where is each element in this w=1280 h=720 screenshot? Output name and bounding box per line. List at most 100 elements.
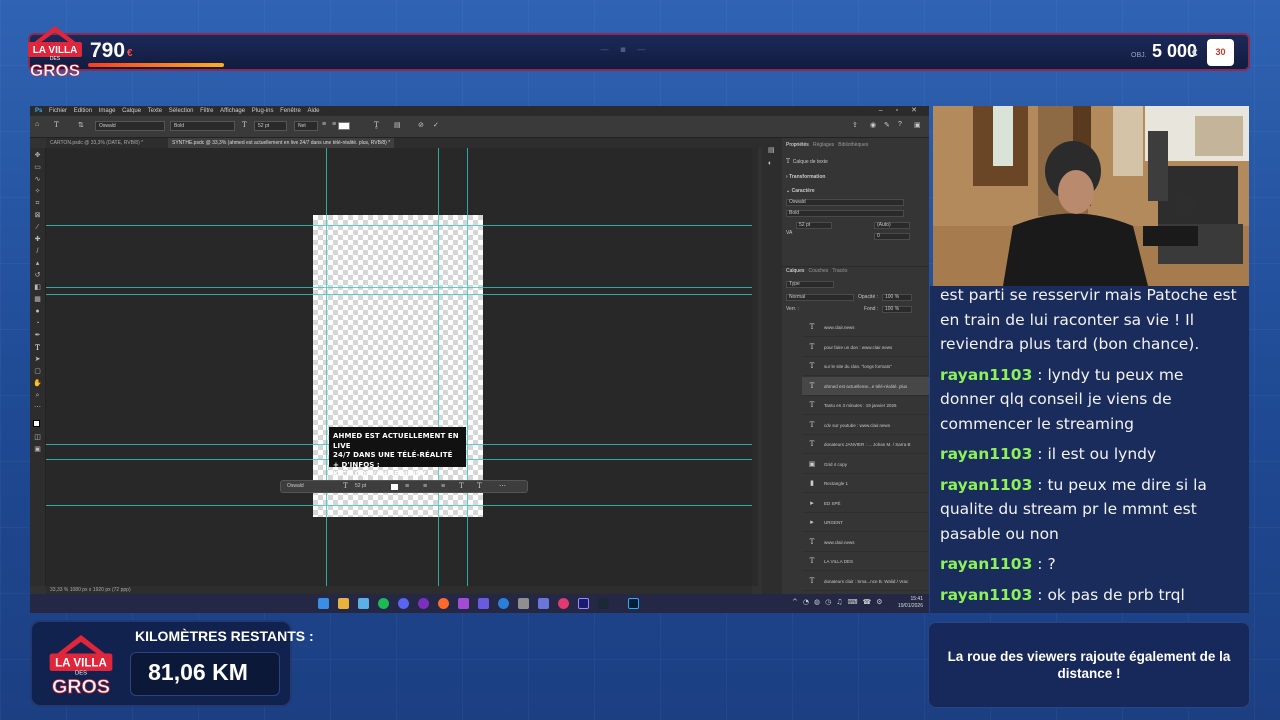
photoshop-taskbar-icon[interactable] [628,598,639,609]
edge-icon[interactable] [498,598,509,609]
quick-mask-icon[interactable]: ◫ [33,434,42,442]
layer-row[interactable]: ▸ URGENT [802,513,929,532]
guide-line[interactable] [46,294,752,295]
font-family-select[interactable]: Oswald [95,121,165,131]
foreground-color-swatch[interactable] [33,420,40,427]
quick-select-tool-icon[interactable]: ✧ [33,188,42,196]
menu-edition[interactable]: Edition [74,106,92,116]
tab-channels[interactable]: Couches [809,268,829,274]
transform-section[interactable]: › Transformation [782,174,929,181]
terminal-icon[interactable] [518,598,529,609]
chat-username[interactable]: rayan1103 [940,445,1032,463]
tab-libraries[interactable]: Bibliothèques [838,142,868,148]
menu-calque[interactable]: Calque [122,106,141,116]
menu-filtre[interactable]: Filtre [200,106,213,116]
align-center-text-icon[interactable]: ≡ [332,121,336,128]
tab-adjustments[interactable]: Réglages [813,142,834,148]
tab-properties[interactable]: Propriétés [786,142,809,148]
layer-row[interactable]: ◉TLA VILLA DES [802,552,929,571]
notification-icon[interactable]: ◉ [870,121,876,129]
canvas-text-layer[interactable]: AHMED EST ACTUELLEMENT EN LIVE 24/7 DANS… [329,427,466,478]
char-size-field[interactable]: 52 pt [796,222,832,229]
fill-field[interactable]: 100 % [882,306,912,313]
close-icon[interactable]: ✕ [911,106,925,116]
dodge-tool-icon[interactable]: ◔ [33,320,42,328]
discord-icon[interactable] [398,598,409,609]
screen-mode-icon[interactable]: ▣ [33,446,42,454]
share-icon[interactable]: ⇪ [852,121,858,129]
ctx-align-center-icon[interactable]: ≡ [423,481,427,492]
app-icon-grid[interactable] [478,598,489,609]
canvas-area[interactable]: AHMED EST ACTUELLEMENT EN LIVE 24/7 DANS… [46,148,752,586]
menu-plugins[interactable]: Plug-ins [252,106,274,116]
menu-fichier[interactable]: Fichier [49,106,67,116]
history-panel-icon[interactable]: ▤ [768,146,775,154]
guide-line[interactable] [438,148,439,586]
guide-line[interactable] [46,225,752,226]
text-orientation-icon[interactable]: ⇅ [78,121,84,129]
layer-filter-field[interactable]: Type [786,281,834,288]
commit-edit-icon[interactable]: ✓ [433,121,439,129]
blur-tool-icon[interactable]: ● [33,308,42,316]
firefox-icon[interactable] [438,598,449,609]
font-style-select[interactable]: Bold [170,121,235,131]
align-left-text-icon[interactable]: ≡ [322,121,326,128]
eyedropper-tool-icon[interactable]: ⁄ [33,224,42,232]
menu-affichage[interactable]: Affichage [220,106,245,116]
help-icon[interactable]: ? [898,121,902,128]
layer-row[interactable]: Twww.clair.news [802,533,929,552]
taskbar-clock[interactable]: 15:41 19/01/2026 [898,596,923,610]
pen-tool-icon[interactable]: ✒ [33,332,42,340]
tab-paths[interactable]: Tracés [832,268,847,274]
workspace-icon[interactable]: ▣ [914,121,921,129]
layer-row[interactable]: Twww.clair.news [802,318,929,337]
layer-row[interactable]: Tdonateurs JANVIER : ... Johan M. / Sarr… [802,435,929,454]
lasso-tool-icon[interactable]: ∿ [33,176,42,184]
chat-panel[interactable]: est parti se resservir mais Patoche est … [930,286,1249,613]
opacity-field[interactable]: 100 % [882,294,912,301]
blend-mode-select[interactable]: Normal [786,294,854,301]
guide-line[interactable] [326,148,327,586]
gradient-tool-icon[interactable]: ▦ [33,296,42,304]
cancel-edit-icon[interactable]: ⊘ [418,121,424,129]
hand-tool-icon[interactable]: ✋ [33,380,42,388]
layer-row[interactable]: Tsur le site du clan. "longs formats" [802,357,929,376]
app-icon-purple[interactable] [458,598,469,609]
chat-username[interactable]: rayan1103 [940,476,1032,494]
layer-row[interactable]: Tdonateurs clair : Sma...nce B. Walid / … [802,572,929,591]
more-tools-icon[interactable]: ⋯ [33,404,42,412]
char-font-field[interactable]: Oswald [786,199,904,206]
maximize-icon[interactable]: ▫ [896,106,906,116]
history-brush-tool-icon[interactable]: ↺ [33,272,42,280]
tab-carton[interactable]: CARTON.psdc @ 33,3% (DATE, RVB/8) * [46,138,147,148]
swatches-panel-icon[interactable]: ◐ [768,160,772,167]
brush-tool-icon[interactable]: / [33,248,42,256]
home-icon[interactable]: ⌂ [35,121,39,128]
char-leading-field[interactable]: (Auto) [874,222,910,229]
move-tool-icon[interactable]: ✥ [33,152,42,160]
spotify-icon[interactable] [378,598,389,609]
ctx-text-options-icon[interactable]: T [459,481,464,492]
tab-layers[interactable]: Calques [786,268,804,274]
app-icon-blue[interactable] [538,598,549,609]
antialias-select[interactable]: Net [294,121,318,131]
menu-selection[interactable]: Sélection [169,106,194,116]
calendar-icon[interactable] [358,598,369,609]
ctx-text-warp-icon[interactable]: T [477,481,482,492]
layer-row[interactable]: Tcdv sur youtube : www.clair.news [802,416,929,435]
char-style-field[interactable]: Bold [786,210,904,217]
start-icon[interactable] [318,598,329,609]
layer-row[interactable]: ◉Tahmed est actuelleme...e télé-réalité.… [802,376,929,396]
menu-texte[interactable]: Texte [148,106,162,116]
shape-tool-icon[interactable]: ▢ [33,368,42,376]
chat-username[interactable]: rayan1103 [940,586,1032,604]
character-section[interactable]: ⌄ Caractère [782,188,929,195]
menu-aide[interactable]: Aide [307,106,319,116]
layer-row[interactable]: ◉▮Rectangle 1 [802,474,929,493]
type-tool-icon[interactable]: T [33,344,42,352]
menu-fenetre[interactable]: Fenêtre [280,106,301,116]
ctx-align-left-icon[interactable]: ≡ [405,481,409,492]
stamp-tool-icon[interactable]: ▴ [33,260,42,268]
warp-text-icon[interactable]: T̰ [374,121,379,129]
layer-row[interactable]: ◉▣Grid 4 copy [802,455,929,474]
